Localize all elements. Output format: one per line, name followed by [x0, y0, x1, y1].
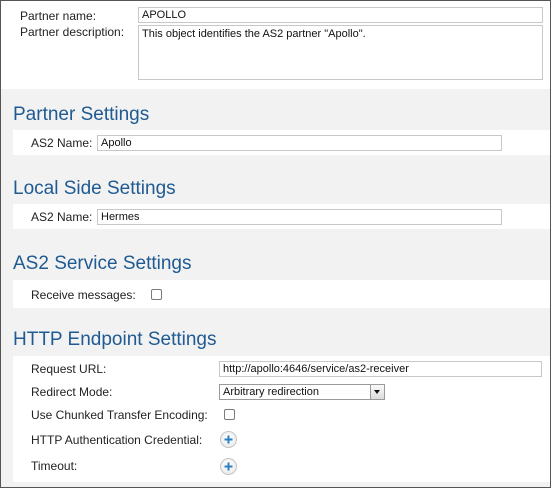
- plus-circle-icon: [224, 462, 233, 471]
- local-side-settings-title: Local Side Settings: [13, 178, 176, 199]
- partner-description-label: Partner description:: [20, 25, 125, 39]
- redirect-mode-select[interactable]: Arbitrary redirection: [219, 384, 385, 400]
- chunked-encoding-label: Use Chunked Transfer Encoding:: [31, 408, 208, 422]
- plus-circle-icon: [224, 435, 233, 444]
- partner-description-textarea[interactable]: This object identifies the AS2 partner "…: [138, 25, 543, 80]
- local-side-settings-panel: AS2 Name: Hermes: [13, 204, 550, 229]
- request-url-input[interactable]: http://apollo:4646/service/as2-receiver: [219, 361, 542, 377]
- partner-as2-name-input[interactable]: Apollo: [97, 135, 502, 151]
- http-auth-credential-label: HTTP Authentication Credential:: [31, 433, 203, 447]
- http-endpoint-settings-title: HTTP Endpoint Settings: [13, 329, 217, 350]
- receive-messages-checkbox[interactable]: [151, 289, 162, 300]
- local-as2-name-label: AS2 Name:: [31, 210, 93, 224]
- add-auth-credential-button[interactable]: [220, 431, 237, 448]
- partner-info-panel: Partner name: APOLLO Partner description…: [1, 1, 550, 89]
- partner-name-input[interactable]: APOLLO: [138, 7, 543, 23]
- as2-service-settings-panel: Receive messages:: [13, 280, 550, 308]
- as2-service-settings-title: AS2 Service Settings: [13, 253, 192, 274]
- local-as2-name-input[interactable]: Hermes: [97, 209, 502, 225]
- partner-name-label: Partner name:: [20, 9, 97, 23]
- partner-settings-panel: AS2 Name: Apollo: [13, 130, 550, 155]
- partner-as2-name-label: AS2 Name:: [31, 136, 93, 150]
- add-timeout-button[interactable]: [220, 458, 237, 475]
- redirect-mode-label: Redirect Mode:: [31, 385, 113, 399]
- partner-settings-title: Partner Settings: [13, 104, 150, 125]
- receive-messages-label: Receive messages:: [31, 288, 136, 302]
- redirect-mode-value: Arbitrary redirection: [223, 386, 319, 398]
- chunked-encoding-checkbox[interactable]: [224, 409, 235, 420]
- chevron-down-icon[interactable]: [370, 385, 384, 399]
- http-endpoint-settings-panel: Request URL: http://apollo:4646/service/…: [13, 356, 550, 482]
- timeout-label: Timeout:: [31, 459, 78, 473]
- request-url-label: Request URL:: [31, 362, 107, 376]
